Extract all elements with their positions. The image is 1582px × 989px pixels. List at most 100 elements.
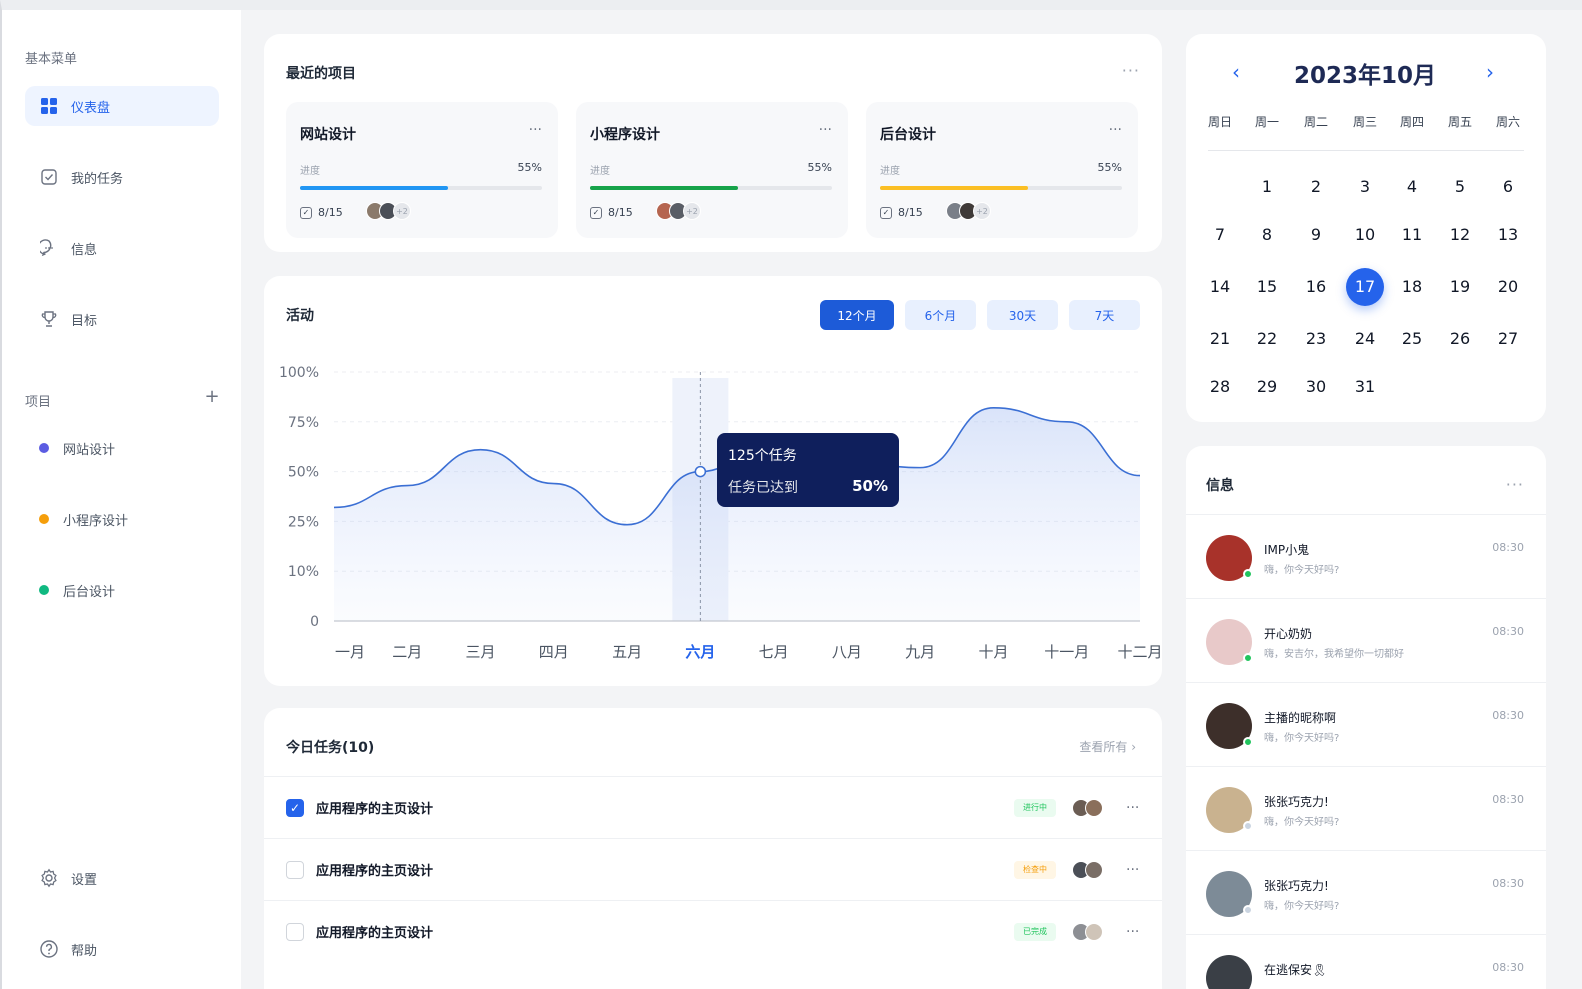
message-item[interactable]: 张张巧克力! 嗨，你今天好吗? 08:30 xyxy=(1186,766,1546,850)
calendar-day[interactable]: 21 xyxy=(1201,320,1239,358)
project-name: 网站设计 xyxy=(300,127,356,143)
calendar-day[interactable]: 13 xyxy=(1489,216,1527,254)
calendar-day[interactable]: 8 xyxy=(1248,216,1286,254)
calendar-day[interactable]: 30 xyxy=(1297,368,1335,406)
calendar-day[interactable]: 2 xyxy=(1297,168,1335,206)
online-status-dot xyxy=(1243,821,1253,831)
view-all-link[interactable]: 查看所有 › xyxy=(1079,738,1136,755)
task-more-icon[interactable]: ··· xyxy=(1126,800,1139,816)
project-name: 小程序设计 xyxy=(590,127,660,143)
messages-title: 信息 xyxy=(1206,478,1234,494)
project-more-icon[interactable]: ··· xyxy=(529,122,542,138)
sidebar-item-settings[interactable]: 设置 xyxy=(25,858,219,898)
calendar-next-icon[interactable]: › xyxy=(1486,60,1494,84)
project-card-backend[interactable]: 后台设计 ··· 进度 55% ✓ 8/15 +2 xyxy=(866,102,1138,238)
calendar-day[interactable]: 23 xyxy=(1297,320,1335,358)
range-6-months-button[interactable]: 6个月 xyxy=(905,300,976,330)
task-row[interactable]: 应用程序的主页设计 已完成 ··· xyxy=(264,900,1162,962)
x-tick-label: 十月 xyxy=(978,643,1008,661)
range-7-days-button[interactable]: 7天 xyxy=(1069,300,1140,330)
message-item[interactable]: 张张巧克力! 嗨，你今天好吗? 08:30 xyxy=(1186,850,1546,934)
calendar-day[interactable]: 22 xyxy=(1248,320,1286,358)
task-checkbox[interactable] xyxy=(286,922,304,941)
task-count-text: 8/15 xyxy=(318,206,343,219)
sidebar-project-backend[interactable]: 后台设计 xyxy=(25,570,219,610)
calendar-day[interactable]: 1 xyxy=(1248,168,1286,206)
x-tick-label: 四月 xyxy=(539,643,569,661)
sidebar-item-dashboard[interactable]: 仪表盘 xyxy=(25,86,219,126)
range-12-months-button[interactable]: 12个月 xyxy=(820,300,894,330)
sidebar-project-miniprogram[interactable]: 小程序设计 xyxy=(25,499,219,539)
calendar-day[interactable]: 7 xyxy=(1201,216,1239,254)
sidebar-project-website[interactable]: 网站设计 xyxy=(25,428,219,468)
calendar-day[interactable]: 24 xyxy=(1346,320,1384,358)
calendar-day[interactable]: 27 xyxy=(1489,320,1527,358)
calendar-day[interactable]: 11 xyxy=(1393,216,1431,254)
avatar xyxy=(1085,860,1103,879)
more-members-badge: +2 xyxy=(973,202,991,220)
sidebar-item-messages[interactable]: 信息 xyxy=(25,228,219,268)
task-more-icon[interactable]: ··· xyxy=(1126,862,1139,878)
calendar-title: 2023年10月 xyxy=(1294,63,1437,89)
calendar-day[interactable]: 10 xyxy=(1346,216,1384,254)
sidebar-item-help[interactable]: 帮助 xyxy=(25,929,219,969)
task-count-text: 8/15 xyxy=(608,206,633,219)
calendar-day[interactable]: 19 xyxy=(1441,268,1479,306)
message-sender: IMP小鬼 xyxy=(1264,543,1310,557)
calendar-day[interactable]: 5 xyxy=(1441,168,1479,206)
project-more-icon[interactable]: ··· xyxy=(1109,122,1122,138)
calendar-day[interactable]: 31 xyxy=(1346,368,1384,406)
task-checkbox[interactable] xyxy=(286,860,304,879)
sidebar-item-label: 设置 xyxy=(71,872,98,888)
range-30-days-button[interactable]: 30天 xyxy=(987,300,1058,330)
calendar-day[interactable]: 29 xyxy=(1248,368,1286,406)
message-item[interactable]: 主播的昵称啊 嗨，你今天好吗? 08:30 xyxy=(1186,682,1546,766)
more-members-badge: +2 xyxy=(393,202,411,220)
member-avatars[interactable]: +2 xyxy=(946,202,991,220)
status-badge: 进行中 xyxy=(1014,798,1056,817)
message-item[interactable]: 在逃保安🎗 08:30 xyxy=(1186,934,1546,989)
calendar-prev-icon[interactable]: ‹ xyxy=(1232,60,1240,84)
calendar-day[interactable]: 18 xyxy=(1393,268,1431,306)
calendar-day[interactable]: 4 xyxy=(1393,168,1431,206)
task-assignees xyxy=(1072,798,1103,817)
calendar-day[interactable]: 16 xyxy=(1297,268,1335,306)
calendar-day[interactable]: 25 xyxy=(1393,320,1431,358)
calendar-day[interactable]: 14 xyxy=(1201,268,1239,306)
project-card-miniprogram[interactable]: 小程序设计 ··· 进度 55% ✓ 8/15 +2 xyxy=(576,102,848,238)
member-avatars[interactable]: +2 xyxy=(656,202,701,220)
task-row[interactable]: ✓ 应用程序的主页设计 进行中 ··· xyxy=(264,776,1162,838)
calendar-day[interactable]: 12 xyxy=(1441,216,1479,254)
calendar-day[interactable]: 9 xyxy=(1297,216,1335,254)
recent-more-icon[interactable]: ··· xyxy=(1122,63,1140,79)
messages-more-icon[interactable]: ··· xyxy=(1506,477,1524,493)
calendar-day[interactable]: 26 xyxy=(1441,320,1479,358)
calendar-day[interactable]: 6 xyxy=(1489,168,1527,206)
calendar-day[interactable]: 28 xyxy=(1201,368,1239,406)
task-more-icon[interactable]: ··· xyxy=(1126,924,1139,940)
progress-fill xyxy=(880,186,1028,190)
sidebar-item-label: 小程序设计 xyxy=(63,513,129,529)
sidebar-item-goals[interactable]: 目标 xyxy=(25,299,219,339)
message-item[interactable]: 开心奶奶 嗨，安吉尔，我希望你一切都好 08:30 xyxy=(1186,598,1546,682)
activity-chart: 0 10% 25% 50% 75% 100% 一月 二月 三月 四月 五月 六月 七月 八月 九月 十月 十一月… xyxy=(279,365,1162,661)
x-tick-label: 五月 xyxy=(612,643,642,661)
activity-title: 活动 xyxy=(286,308,314,324)
y-tick-label: 75% xyxy=(288,415,319,431)
weekday-label: 周三 xyxy=(1352,115,1377,129)
calendar-day[interactable]: 20 xyxy=(1489,268,1527,306)
project-more-icon[interactable]: ··· xyxy=(819,122,832,138)
calendar-day[interactable]: 15 xyxy=(1248,268,1286,306)
member-avatars[interactable]: +2 xyxy=(366,202,411,220)
status-badge: 检查中 xyxy=(1014,860,1056,879)
task-row[interactable]: 应用程序的主页设计 检查中 ··· xyxy=(264,838,1162,900)
calendar-day[interactable]: 3 xyxy=(1346,168,1384,206)
project-card-website[interactable]: 网站设计 ··· 进度 55% ✓ 8/15 +2 xyxy=(286,102,558,238)
sidebar-item-my-tasks[interactable]: 我的任务 xyxy=(25,157,219,197)
task-checkbox[interactable]: ✓ xyxy=(286,798,304,817)
progress-percent: 55% xyxy=(1097,161,1122,174)
add-project-icon[interactable]: + xyxy=(204,388,220,406)
progress-percent: 55% xyxy=(517,161,542,174)
message-item[interactable]: IMP小鬼 嗨，你今天好吗? 08:30 xyxy=(1186,514,1546,598)
calendar-day-today[interactable]: 17 xyxy=(1346,268,1384,306)
